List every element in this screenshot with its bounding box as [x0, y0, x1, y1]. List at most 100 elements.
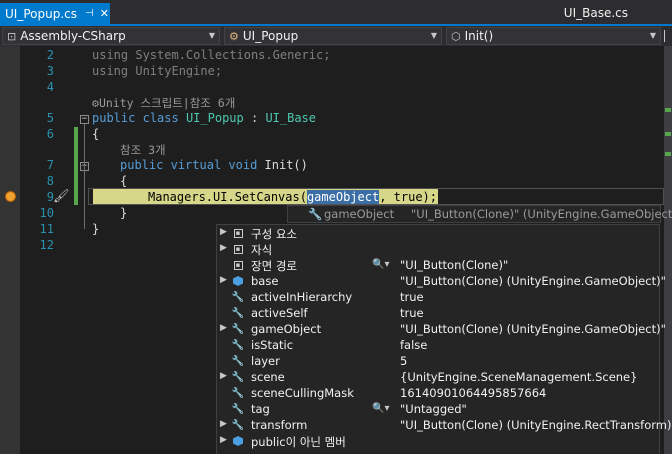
- row-value[interactable]: false: [400, 338, 427, 352]
- pin-icon[interactable]: ⊣: [85, 8, 94, 19]
- quick-actions-icon[interactable]: 🖌: [53, 189, 70, 204]
- member-label: Init(): [464, 29, 494, 43]
- datatip-row[interactable]: ▶ 🔧 gameObject "UI_Button(Clone) (UnityE…: [217, 322, 666, 338]
- code-line-3: using UnityEngine;: [92, 64, 223, 78]
- row-value[interactable]: 16140901064495857664: [400, 386, 546, 400]
- split-editor-icon[interactable]: [664, 30, 672, 42]
- line-number: 11: [39, 222, 54, 236]
- datatip-row[interactable]: 🔧 activeInHierarchy true: [217, 290, 657, 306]
- expand-arrow-icon[interactable]: ▶: [220, 371, 227, 381]
- codelens-method[interactable]: 참조 3개: [120, 142, 166, 158]
- row-value[interactable]: "Untagged": [400, 402, 467, 416]
- row-name: layer: [251, 354, 280, 368]
- row-name: activeInHierarchy: [251, 290, 353, 304]
- fold-toggle-icon[interactable]: −: [80, 115, 89, 124]
- row-value[interactable]: true: [400, 290, 424, 304]
- vertical-scrollbar[interactable]: [664, 46, 672, 454]
- datatip-header-value: "UI_Button(Clone)" (UnityEngine.GameObje…: [411, 207, 672, 221]
- wrench-icon: 🔧: [231, 419, 245, 431]
- line-number: 12: [39, 238, 54, 252]
- datatip-row[interactable]: 🔧 activeSelf true: [217, 306, 657, 322]
- tab-bar: UI_Popup.cs ⊣ ✕ UI_Base.cs: [0, 0, 672, 26]
- wrench-icon: 🔧: [231, 403, 245, 415]
- wrench-icon: 🔧: [231, 387, 245, 399]
- line-number: 3: [46, 64, 54, 78]
- glyph-margin[interactable]: [0, 46, 20, 454]
- class-dropdown[interactable]: ⚙ UI_Popup ▼: [224, 27, 442, 45]
- wrench-icon: 🔧: [231, 355, 245, 367]
- component-box-icon: ▪: [232, 227, 244, 239]
- datatip-row[interactable]: 🔧 tag 🔍▾ "Untagged": [217, 402, 657, 418]
- chevron-down-icon: ▼: [430, 31, 437, 40]
- tab-ui-popup[interactable]: UI_Popup.cs ⊣ ✕: [0, 3, 110, 24]
- row-value[interactable]: "UI_Button(Clone)": [400, 258, 508, 272]
- row-name: 자식: [251, 243, 273, 257]
- datatip-row[interactable]: ▶ 🔧 transform "UI_Button(Clone) (UnityEn…: [217, 418, 672, 434]
- wrench-icon: 🔧: [231, 339, 245, 351]
- expand-arrow-icon[interactable]: ▶: [220, 323, 227, 333]
- datatip-header-name: gameObject: [324, 207, 395, 221]
- tab-close-icon[interactable]: ✕: [100, 7, 109, 20]
- expand-arrow-icon[interactable]: ▶: [220, 419, 227, 429]
- scroll-change-marker: [665, 132, 671, 136]
- datatip-header[interactable]: 🔧 gameObject "UI_Button(Clone)" (UnityEn…: [287, 205, 672, 223]
- codelens-class[interactable]: ⚙Unity 스크립트|참조 6개: [92, 95, 235, 111]
- codelens-class-text: Unity 스크립트|참조 6개: [98, 96, 236, 110]
- row-name: transform: [251, 418, 308, 432]
- datatip-row[interactable]: ▶ ▪ 자식: [217, 242, 657, 258]
- line-number: 10: [39, 206, 54, 220]
- wrench-icon: 🔧: [231, 371, 245, 383]
- line-number: 4: [46, 80, 54, 94]
- row-value[interactable]: {UnityEngine.SceneManagement.Scene}: [400, 370, 637, 384]
- row-name: 장면 경로: [251, 259, 297, 273]
- datatip-row[interactable]: 🔧 isStatic false: [217, 338, 657, 354]
- code-line-11: }: [92, 222, 100, 236]
- expand-arrow-icon[interactable]: ▶: [220, 435, 227, 445]
- tab-ui-base[interactable]: UI_Base.cs: [564, 6, 628, 20]
- method-cube-icon: ⬡: [451, 29, 461, 43]
- wrench-icon: 🔧: [231, 291, 245, 303]
- datatip-panel: ▶ ▪ 구성 요소 ▶ ▪ 자식 ▪ 장면 경로 🔍▾ "UI_Button(C…: [216, 224, 672, 454]
- row-value[interactable]: true: [400, 306, 424, 320]
- code-line-10: }: [120, 206, 128, 220]
- row-value[interactable]: 5: [400, 354, 407, 368]
- member-dropdown[interactable]: ⬡ Init() ▼: [446, 27, 661, 45]
- chevron-down-icon: ▼: [649, 31, 656, 40]
- expand-arrow-icon[interactable]: ▶: [220, 243, 227, 253]
- line-number: 5: [46, 111, 54, 125]
- class-icon: ⚙: [229, 29, 239, 43]
- datatip-row[interactable]: ▶ base "UI_Button(Clone) (UnityEngine.Ga…: [217, 274, 666, 290]
- base-cube-icon: [232, 275, 244, 287]
- hovered-identifier[interactable]: gameObject: [306, 190, 380, 204]
- expand-arrow-icon[interactable]: ▶: [220, 275, 227, 285]
- line-number: 2: [46, 48, 54, 62]
- class-label: UI_Popup: [242, 29, 299, 43]
- code-line-8: {: [120, 174, 128, 188]
- row-value[interactable]: "UI_Button(Clone) (UnityEngine.RectTrans…: [400, 418, 672, 432]
- code-line-2: using System.Collections.Generic;: [92, 48, 331, 62]
- magnifier-icon[interactable]: 🔍▾: [372, 259, 389, 270]
- row-name: base: [251, 274, 279, 288]
- row-name: 구성 요소: [251, 227, 297, 241]
- expand-arrow-icon[interactable]: ▶: [220, 227, 227, 237]
- datatip-row[interactable]: ▶ ▪ 구성 요소: [217, 226, 657, 242]
- row-value[interactable]: "UI_Button(Clone) (UnityEngine.GameObjec…: [400, 274, 666, 288]
- wrench-icon: 🔧: [308, 207, 323, 221]
- row-name: tag: [251, 402, 270, 416]
- breakpoint-icon[interactable]: [5, 191, 16, 202]
- datatip-row[interactable]: ▶ 🔧 scene {UnityEngine.SceneManagement.S…: [217, 370, 657, 386]
- datatip-row[interactable]: ▶ public이 아닌 멤버: [217, 434, 657, 450]
- row-value[interactable]: "UI_Button(Clone) (UnityEngine.GameObjec…: [400, 322, 666, 336]
- row-name: isStatic: [251, 338, 294, 352]
- wrench-icon: 🔧: [231, 307, 245, 319]
- tab-title: UI_Popup.cs: [5, 6, 77, 21]
- datatip-row[interactable]: ▪ 장면 경로 🔍▾ "UI_Button(Clone)": [217, 258, 657, 274]
- nonpublic-cube-icon: [232, 435, 244, 447]
- magnifier-icon[interactable]: 🔍▾: [372, 403, 389, 414]
- project-dropdown[interactable]: ⊡ Assembly-CSharp ▼: [2, 27, 220, 45]
- scroll-change-marker: [665, 108, 671, 112]
- line-number: 6: [46, 127, 54, 141]
- datatip-row[interactable]: 🔧 layer 5: [217, 354, 657, 370]
- scene-path-box-icon: ▪: [232, 259, 244, 271]
- datatip-row[interactable]: 🔧 sceneCullingMask 16140901064495857664: [217, 386, 657, 402]
